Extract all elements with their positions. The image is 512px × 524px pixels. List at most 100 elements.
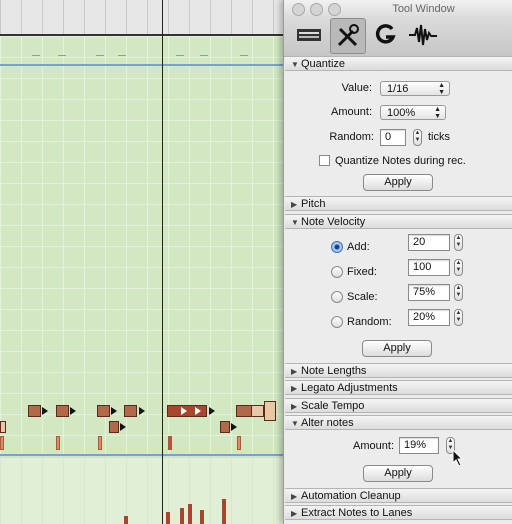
velocity-fixed-field[interactable]: 100 [408, 259, 450, 276]
section-title: Automation Cleanup [301, 490, 401, 502]
velocity-bar[interactable] [124, 516, 128, 524]
section-pitch[interactable]: ▶ Pitch [285, 196, 512, 211]
section-alter-notes[interactable]: ▼ Alter notes [285, 415, 512, 430]
section-title: Quantize [301, 58, 346, 70]
quantize-during-rec-label: Quantize Notes during rec. [335, 155, 466, 167]
marker-dash [240, 55, 248, 56]
section-title: Note Velocity [301, 216, 366, 228]
velocity-scale-radio[interactable] [331, 291, 343, 303]
velocity-fixed-radio[interactable] [331, 266, 343, 278]
toolbar-button-groove[interactable] [368, 18, 402, 52]
velocity-random-field[interactable]: 20% [408, 309, 450, 326]
select-value: 1/16 [387, 83, 409, 95]
section-note-velocity[interactable]: ▼ Note Velocity [285, 214, 512, 229]
note-arrow-icon [195, 407, 201, 415]
midi-note[interactable] [167, 405, 207, 417]
toolbar-button-toolbar[interactable] [292, 18, 326, 52]
velocity-add-radio[interactable] [331, 241, 343, 253]
velocity-bar[interactable] [168, 436, 172, 450]
section-scale-tempo[interactable]: ▶ Scale Tempo [285, 398, 512, 413]
waveform-icon [409, 24, 437, 46]
toolbar-button-audio[interactable] [406, 18, 440, 52]
toolbar-button-tools[interactable] [330, 18, 366, 54]
velocity-bar[interactable] [0, 436, 4, 450]
section-title: Scale Tempo [301, 400, 365, 412]
tools-icon [337, 24, 359, 47]
note-arrow-icon [70, 407, 76, 415]
midi-note[interactable] [236, 405, 252, 417]
disclosure-closed-icon: ▶ [291, 492, 298, 501]
velocity-bar[interactable] [237, 436, 241, 450]
select-value: 100% [387, 107, 416, 119]
velocity-random-stepper[interactable]: ▲ ▼ [454, 309, 463, 326]
range-line-bottom [0, 454, 290, 456]
note-arrow-icon [120, 423, 126, 431]
midi-note[interactable] [0, 421, 6, 433]
ticks-label: ticks [428, 131, 450, 143]
updown-icon: ▲ ▼ [434, 106, 441, 120]
updown-icon: ▲ ▼ [438, 82, 445, 96]
midi-note[interactable] [109, 421, 119, 433]
ruler-strip[interactable] [0, 0, 290, 34]
marker-dash [200, 55, 208, 56]
velocity-bar[interactable] [166, 512, 170, 524]
midi-note[interactable] [124, 405, 137, 417]
quantize-value-select[interactable]: 1/16 ▲ ▼ [380, 81, 450, 96]
velocity-scale-field[interactable]: 75% [408, 284, 450, 301]
note-arrow-icon [111, 407, 117, 415]
quantize-random-stepper[interactable]: ▲ ▼ [413, 129, 422, 146]
piano-roll-editor[interactable] [0, 0, 290, 524]
velocity-fixed-label: Fixed: [347, 266, 377, 278]
section-extract-notes[interactable]: ▶ Extract Notes to Lanes [285, 505, 512, 520]
lane-divider [0, 34, 290, 36]
note-arrow-icon [231, 423, 237, 431]
quantize-random-field[interactable]: 0 [380, 129, 406, 146]
disclosure-closed-icon: ▶ [291, 384, 298, 393]
quantize-amount-label: Amount: [331, 106, 372, 118]
velocity-add-stepper[interactable]: ▲ ▼ [454, 234, 463, 251]
quantize-value-label: Value: [341, 82, 372, 94]
quantize-apply-button[interactable]: Apply [363, 174, 433, 191]
velocity-scale-stepper[interactable]: ▲ ▼ [454, 284, 463, 301]
quantize-amount-select[interactable]: 100% ▲ ▼ [380, 105, 446, 120]
velocity-fixed-stepper[interactable]: ▲ ▼ [454, 259, 463, 276]
velocity-random-radio[interactable] [331, 316, 343, 328]
alter-apply-button[interactable]: Apply [363, 465, 433, 482]
velocity-apply-button[interactable]: Apply [362, 340, 432, 357]
section-quantize[interactable]: ▼ Quantize [285, 56, 512, 71]
quantize-random-label: Random: [329, 131, 374, 143]
midi-note[interactable] [97, 405, 110, 417]
quantize-during-rec-checkbox[interactable] [319, 155, 330, 166]
disclosure-closed-icon: ▶ [291, 367, 298, 376]
midi-note[interactable] [28, 405, 41, 417]
mouse-pointer-icon [452, 449, 464, 467]
section-automation-cleanup[interactable]: ▶ Automation Cleanup [285, 488, 512, 503]
marker-dash [58, 55, 66, 56]
velocity-bar[interactable] [222, 499, 226, 524]
note-arrow-icon [181, 407, 187, 415]
velocity-bar[interactable] [188, 504, 192, 524]
note-grid[interactable] [0, 36, 290, 454]
section-title: Alter notes [301, 417, 354, 429]
velocity-add-field[interactable]: 20 [408, 234, 450, 251]
playhead-line[interactable] [162, 0, 163, 524]
section-note-lengths[interactable]: ▶ Note Lengths [285, 363, 512, 378]
midi-note[interactable] [264, 401, 276, 421]
marker-dash [32, 55, 40, 56]
velocity-lane[interactable] [0, 458, 290, 524]
marker-dash [96, 55, 104, 56]
midi-note[interactable] [251, 405, 264, 417]
section-legato-adjustments[interactable]: ▶ Legato Adjustments [285, 380, 512, 395]
velocity-bar[interactable] [180, 508, 184, 524]
midi-note[interactable] [56, 405, 69, 417]
alter-amount-field[interactable]: 19% [399, 437, 439, 454]
disclosure-open-icon: ▼ [291, 218, 299, 227]
velocity-bar[interactable] [56, 436, 60, 450]
velocity-bar[interactable] [200, 510, 204, 524]
section-title: Pitch [301, 198, 326, 210]
disclosure-closed-icon: ▶ [291, 402, 298, 411]
midi-note[interactable] [220, 421, 230, 433]
velocity-bar[interactable] [98, 436, 102, 450]
note-arrow-icon [42, 407, 48, 415]
range-line-top [0, 64, 290, 66]
